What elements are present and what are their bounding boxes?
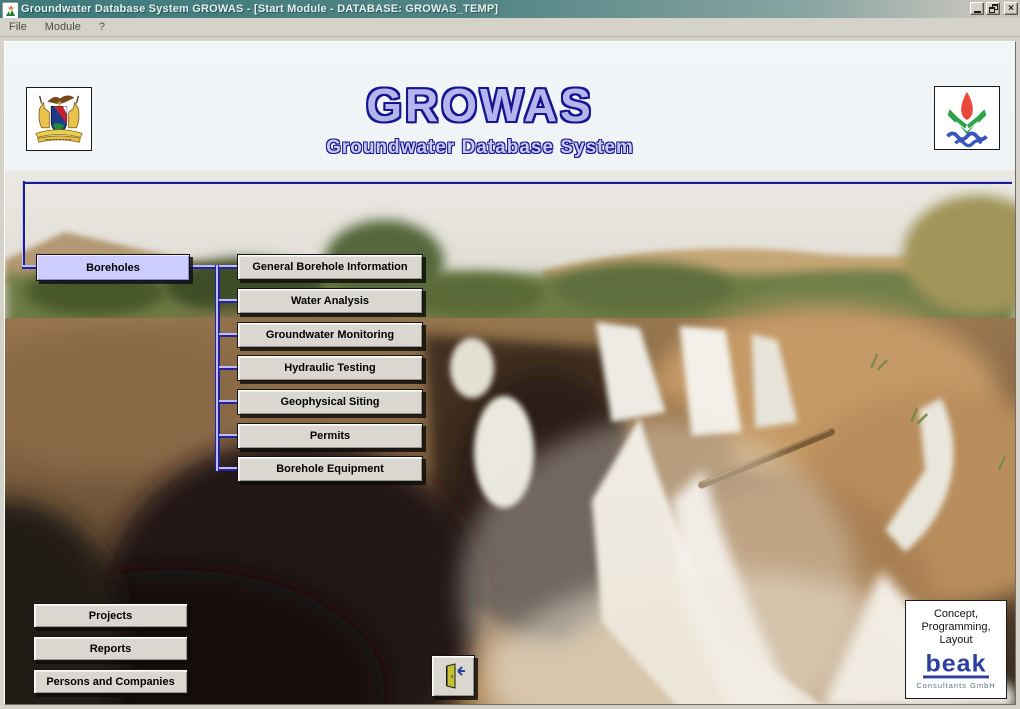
window-title: Groundwater Database System GROWAS - [St… xyxy=(21,3,498,15)
page-title: GROWAS xyxy=(5,78,955,132)
close-button[interactable]: × xyxy=(1004,2,1018,15)
restore-icon xyxy=(989,4,998,13)
frame-line-left xyxy=(22,181,25,267)
connector-item-7 xyxy=(219,467,237,471)
projects-button[interactable]: Projects xyxy=(33,603,188,628)
menu-file[interactable]: File xyxy=(0,19,36,35)
beak-logo: beak xyxy=(923,654,990,679)
connector-item-1 xyxy=(219,265,237,269)
minimize-button[interactable] xyxy=(970,2,984,15)
connector-item-2 xyxy=(219,299,237,303)
frame-line-top xyxy=(22,181,1012,184)
connector-item-6 xyxy=(219,434,237,438)
namibia-coat-of-arms-logo xyxy=(26,87,92,151)
beak-consultants-label: Consultants GmbH xyxy=(906,681,1006,690)
app-window: Groundwater Database System GROWAS - [St… xyxy=(0,0,1020,709)
connector-root-trunk xyxy=(190,265,217,269)
title-bar: Groundwater Database System GROWAS - [St… xyxy=(0,0,1020,18)
close-icon: × xyxy=(1008,4,1014,13)
water-analysis-button[interactable]: Water Analysis xyxy=(237,288,423,314)
menu-help[interactable]: ? xyxy=(90,19,114,35)
geophysical-siting-button[interactable]: Geophysical Siting xyxy=(237,389,423,415)
credit-box: Concept, Programming, Layout beak Consul… xyxy=(905,600,1007,699)
restore-button[interactable] xyxy=(986,2,1000,15)
menu-module[interactable]: Module xyxy=(36,19,90,35)
borehole-equipment-button[interactable]: Borehole Equipment xyxy=(237,456,423,482)
connector-item-3 xyxy=(219,333,237,337)
groundwater-monitoring-button[interactable]: Groundwater Monitoring xyxy=(237,322,423,348)
persons-and-companies-button[interactable]: Persons and Companies xyxy=(33,669,188,694)
menu-bar: File Module ? xyxy=(0,18,1020,37)
water-affairs-logo xyxy=(934,86,1000,150)
credit-line-3: Layout xyxy=(906,634,1006,647)
hydraulic-testing-button[interactable]: Hydraulic Testing xyxy=(237,355,423,381)
exit-button[interactable] xyxy=(431,655,475,697)
connector-root-left xyxy=(22,265,36,269)
reports-button[interactable]: Reports xyxy=(33,636,188,661)
page-subtitle: Groundwater Database System xyxy=(5,137,955,159)
window-controls: × xyxy=(970,2,1018,15)
exit-door-icon xyxy=(439,663,467,689)
connector-item-5 xyxy=(219,400,237,404)
app-icon xyxy=(2,2,17,17)
connector-item-4 xyxy=(219,366,237,370)
permits-button[interactable]: Permits xyxy=(237,423,423,449)
minimize-icon xyxy=(974,11,981,13)
credit-line-1: Concept, xyxy=(906,608,1006,621)
credit-line-2: Programming, xyxy=(906,621,1006,634)
general-borehole-information-button[interactable]: General Borehole Information xyxy=(237,254,423,280)
boreholes-button[interactable]: Boreholes xyxy=(36,254,190,281)
header-band: GROWAS Groundwater Database System xyxy=(5,42,1015,170)
